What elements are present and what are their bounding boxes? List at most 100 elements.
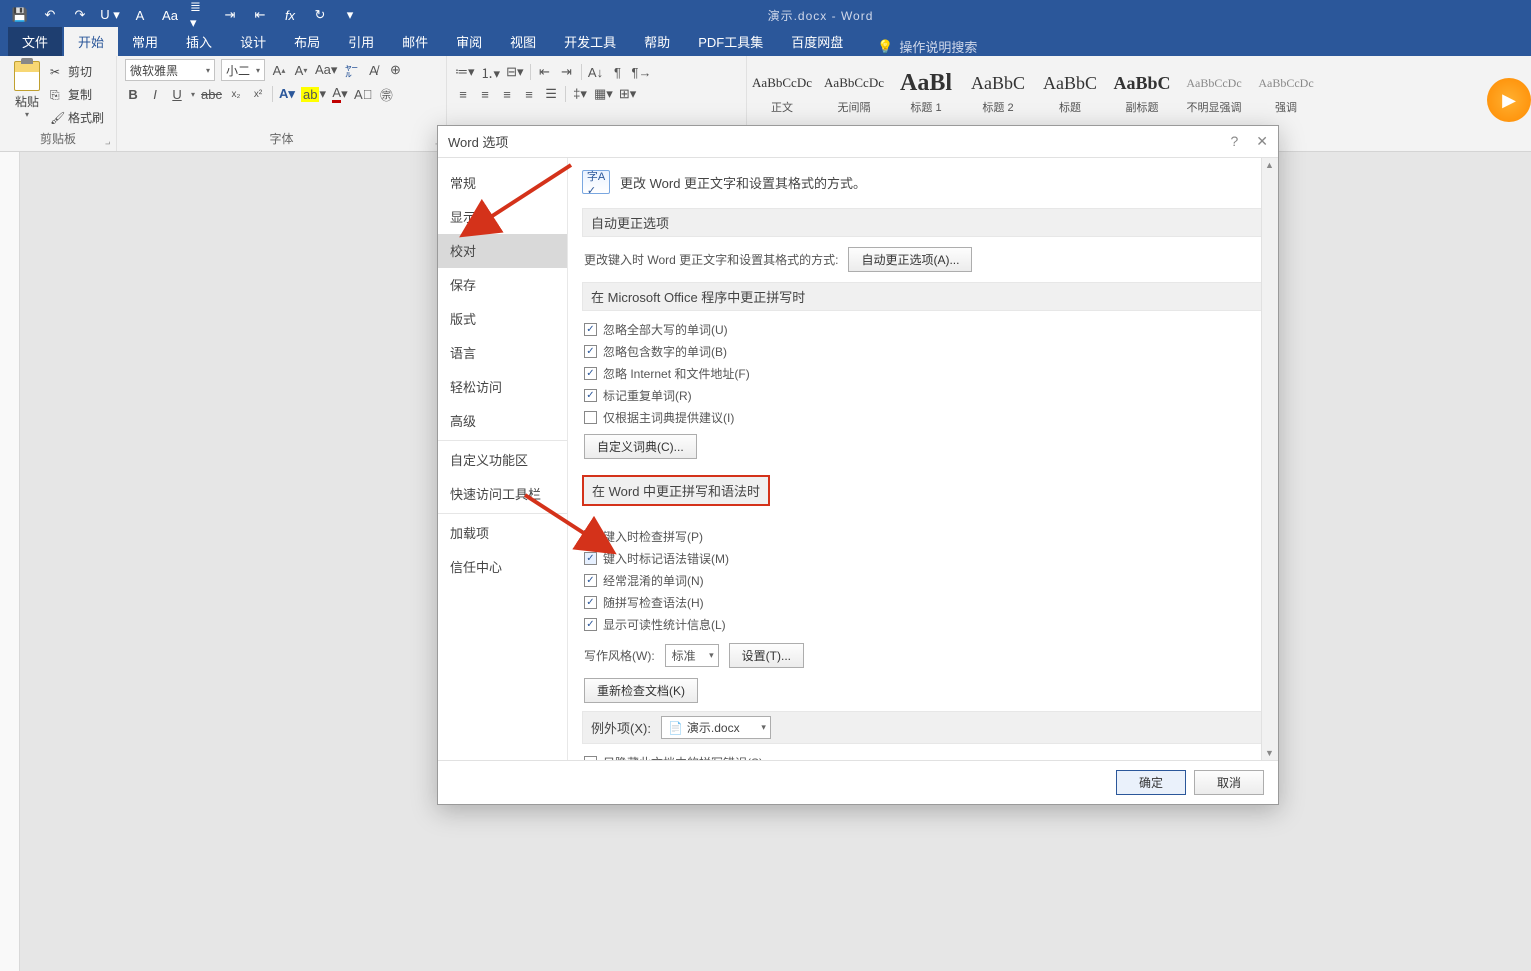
checkbox-grammar-with-spelling[interactable] — [584, 596, 597, 609]
tell-me-search[interactable]: 💡 操作说明搜索 — [877, 37, 977, 56]
help-icon[interactable]: ? — [1230, 133, 1238, 150]
ltr-button[interactable]: ¶→ — [632, 63, 652, 81]
fx-icon[interactable]: fx — [280, 5, 300, 25]
style-tile[interactable]: AaBbCcDc正文 — [747, 62, 817, 118]
align-right-button[interactable]: ≡ — [499, 85, 515, 103]
copy-button[interactable]: ⎘复制 — [46, 84, 108, 105]
multilevel-button[interactable]: ⊟▾ — [506, 63, 523, 81]
decrease-indent-button[interactable]: ⇤ — [537, 63, 553, 81]
tab-view[interactable]: 视图 — [496, 27, 550, 56]
custom-dictionaries-button[interactable]: 自定义词典(C)... — [584, 434, 697, 459]
nav-layout[interactable]: 版式 — [438, 302, 567, 336]
close-icon[interactable]: ✕ — [1256, 133, 1268, 150]
enclose-button[interactable]: ⊕ — [387, 61, 403, 79]
scrollbar[interactable] — [1261, 158, 1278, 760]
nav-proofing[interactable]: 校对 — [438, 234, 567, 268]
tab-file[interactable]: 文件 — [8, 27, 62, 56]
checkbox-ignore-numbers[interactable] — [584, 345, 597, 358]
tab-help[interactable]: 帮助 — [630, 27, 684, 56]
superscript-button[interactable]: x² — [250, 85, 266, 103]
borders-button[interactable]: ⊞▾ — [619, 85, 636, 103]
save-icon[interactable]: 💾 — [10, 5, 30, 25]
italic-button[interactable]: I — [147, 85, 163, 103]
format-painter-button[interactable]: 🖌格式刷 — [46, 107, 108, 128]
recheck-button[interactable]: 重新检查文档(K) — [584, 678, 698, 703]
increase-indent-button[interactable]: ⇥ — [559, 63, 575, 81]
tab-common[interactable]: 常用 — [118, 27, 172, 56]
tab-insert[interactable]: 插入 — [172, 27, 226, 56]
style-tile[interactable]: AaBbC副标题 — [1107, 62, 1177, 118]
list-icon[interactable]: ≣ ▾ — [190, 5, 210, 25]
redo-icon[interactable]: ↷ — [70, 5, 90, 25]
distribute-button[interactable]: ☰ — [543, 85, 559, 103]
style-tile[interactable]: AaBbC标题 2 — [963, 62, 1033, 118]
checkbox-flag-repeated[interactable] — [584, 389, 597, 402]
tab-dev[interactable]: 开发工具 — [550, 27, 630, 56]
underline-icon[interactable]: U ▾ — [100, 5, 120, 25]
checkbox-ignore-internet[interactable] — [584, 367, 597, 380]
style-tile[interactable]: AaBbCcDc无间隔 — [819, 62, 889, 118]
undo-icon[interactable]: ↶ — [40, 5, 60, 25]
clear-format-button[interactable]: A̸ — [365, 61, 381, 79]
tab-layout[interactable]: 布局 — [280, 27, 334, 56]
tab-home[interactable]: 开始 — [64, 27, 118, 56]
style-tile[interactable]: AaBbCcDc不明显强调 — [1179, 62, 1249, 118]
underline-button[interactable]: U — [169, 85, 185, 103]
text-effects-button[interactable]: A▾ — [279, 85, 295, 103]
shrink-font-button[interactable]: A▾ — [293, 61, 309, 79]
numbering-button[interactable]: ⒈▾ — [481, 63, 501, 81]
checkbox-readability[interactable] — [584, 618, 597, 631]
font-big-icon[interactable]: A — [130, 5, 150, 25]
repeat-icon[interactable]: ↻ — [310, 5, 330, 25]
autocorrect-options-button[interactable]: 自动更正选项(A)... — [848, 247, 972, 272]
ok-button[interactable]: 确定 — [1116, 770, 1186, 795]
style-tile[interactable]: AaBl标题 1 — [891, 62, 961, 118]
style-tile[interactable]: AaBbCcDc强调 — [1251, 62, 1321, 118]
line-spacing-button[interactable]: ‡▾ — [572, 85, 588, 103]
bullets-button[interactable]: ≔▾ — [455, 63, 475, 81]
grow-font-button[interactable]: A▴ — [271, 61, 287, 79]
phonetic-button[interactable]: ㍏ — [343, 61, 359, 79]
tab-references[interactable]: 引用 — [334, 27, 388, 56]
align-left-button[interactable]: ≡ — [455, 85, 471, 103]
floating-badge-icon[interactable]: ▶ — [1487, 78, 1531, 122]
align-center-button[interactable]: ≡ — [477, 85, 493, 103]
sort-button[interactable]: A↓ — [588, 63, 604, 81]
checkbox-ignore-uppercase[interactable] — [584, 323, 597, 336]
tab-design[interactable]: 设计 — [226, 27, 280, 56]
tab-baidu[interactable]: 百度网盘 — [777, 27, 857, 56]
style-tile[interactable]: AaBbC标题 — [1035, 62, 1105, 118]
font-name-combo[interactable]: 微软雅黑▾ — [125, 59, 215, 81]
nav-advanced[interactable]: 高级 — [438, 404, 567, 438]
exceptions-doc-combo[interactable]: 📄 演示.docx — [661, 716, 771, 739]
nav-ease[interactable]: 轻松访问 — [438, 370, 567, 404]
shading-button[interactable]: ▦▾ — [594, 85, 613, 103]
change-case-button[interactable]: Aa▾ — [315, 61, 337, 79]
indent-icon[interactable]: ⇥ — [220, 5, 240, 25]
checkbox-main-dict-only[interactable] — [584, 411, 597, 424]
char-shading-button[interactable]: ㊪ — [378, 85, 394, 103]
cut-button[interactable]: ✂剪切 — [46, 61, 108, 82]
writing-style-combo[interactable]: 标准 — [665, 644, 719, 667]
checkbox-confused-words[interactable] — [584, 574, 597, 587]
font-case-icon[interactable]: Aa — [160, 5, 180, 25]
char-border-button[interactable]: A⃞ — [354, 85, 372, 103]
subscript-button[interactable]: x₂ — [228, 85, 244, 103]
bold-button[interactable]: B — [125, 85, 141, 103]
font-size-combo[interactable]: 小二▾ — [221, 59, 265, 81]
justify-button[interactable]: ≡ — [521, 85, 537, 103]
settings-button[interactable]: 设置(T)... — [729, 643, 804, 668]
show-marks-button[interactable]: ¶ — [610, 63, 626, 81]
nav-save[interactable]: 保存 — [438, 268, 567, 302]
highlight-button[interactable]: ab▾ — [301, 85, 326, 103]
tab-pdf[interactable]: PDF工具集 — [684, 27, 777, 56]
checkbox-hide-spelling[interactable] — [584, 756, 597, 760]
paste-button[interactable]: 粘贴 ▾ — [8, 59, 46, 128]
tab-mailings[interactable]: 邮件 — [388, 27, 442, 56]
nav-language[interactable]: 语言 — [438, 336, 567, 370]
strike-button[interactable]: abc — [201, 85, 222, 103]
qat-more-icon[interactable]: ▾ — [340, 5, 360, 25]
cancel-button[interactable]: 取消 — [1194, 770, 1264, 795]
nav-custom-ribbon[interactable]: 自定义功能区 — [438, 443, 567, 477]
font-color-button[interactable]: A▾ — [332, 85, 348, 103]
